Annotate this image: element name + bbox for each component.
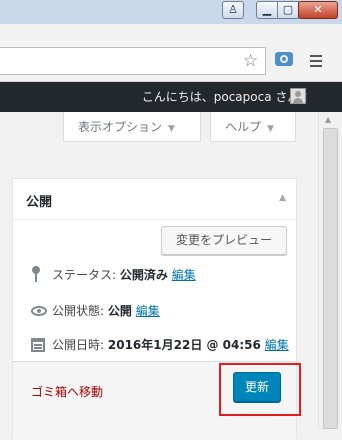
maximize-icon: ▢ bbox=[282, 3, 294, 16]
visibility-row: 公開状態: 公開 編集 bbox=[31, 302, 160, 319]
edit-date-link[interactable]: 編集 bbox=[265, 338, 289, 352]
visibility-value: 公開 bbox=[107, 304, 132, 318]
close-icon: ✕ bbox=[313, 3, 323, 16]
highlight-annotation bbox=[219, 363, 301, 416]
move-to-trash-link[interactable]: ゴミ箱へ移動 bbox=[31, 383, 103, 400]
screen-options-label: 表示オプション bbox=[78, 120, 163, 134]
status-value: 公開済み bbox=[119, 268, 168, 282]
wp-admin-bar: こんにちは、pocapoca さん ! bbox=[0, 82, 342, 112]
publish-date-row: 公開日時: 2016年1月22日 @ 04:56 編集 bbox=[31, 336, 289, 353]
publish-date-value: 2016年1月22日 @ 04:56 bbox=[107, 338, 261, 352]
preview-changes-button[interactable]: 変更をプレビュー bbox=[161, 226, 287, 255]
user-profile-button[interactable]: ♙ bbox=[222, 1, 244, 19]
publish-box-header[interactable]: 公開 ▲ bbox=[13, 179, 296, 220]
chevron-down-icon: ▼ bbox=[168, 124, 175, 134]
window-titlebar: ♙ ▁ ▢ ✕ bbox=[0, 0, 342, 24]
help-label: ヘルプ bbox=[225, 120, 262, 134]
edit-status-link[interactable]: 編集 bbox=[172, 268, 196, 282]
menu-icon[interactable] bbox=[310, 55, 322, 67]
star-icon[interactable]: ☆ bbox=[243, 53, 258, 70]
browser-toolbar: ☆ bbox=[0, 24, 342, 82]
pin-icon bbox=[31, 266, 41, 282]
chevron-down-icon: ▼ bbox=[267, 124, 274, 134]
scrollbar-thumb[interactable] bbox=[323, 128, 338, 429]
minimize-icon: ▁ bbox=[262, 3, 272, 16]
publish-box-title: 公開 bbox=[26, 195, 53, 210]
status-label: ステータス: bbox=[52, 268, 117, 282]
eye-icon bbox=[31, 306, 47, 316]
user-icon: ♙ bbox=[228, 3, 238, 16]
publish-date-label: 公開日時: bbox=[52, 338, 105, 352]
maximize-button[interactable]: ▢ bbox=[277, 1, 299, 19]
minimize-button[interactable]: ▁ bbox=[256, 1, 278, 19]
camera-icon[interactable] bbox=[275, 52, 293, 66]
visibility-label: 公開状態: bbox=[52, 304, 105, 318]
collapse-arrow-icon[interactable]: ▲ bbox=[279, 193, 286, 203]
user-greeting[interactable]: こんにちは、pocapoca さん ! bbox=[142, 90, 308, 104]
scroll-up-icon[interactable]: ▲ bbox=[325, 115, 331, 124]
help-tab[interactable]: ヘルプ ▼ bbox=[210, 112, 296, 142]
close-window-button[interactable]: ✕ bbox=[298, 1, 338, 19]
calendar-icon bbox=[31, 338, 45, 352]
avatar[interactable] bbox=[290, 88, 306, 104]
screen-options-tab[interactable]: 表示オプション ▼ bbox=[63, 112, 201, 142]
status-row: ステータス: 公開済み 編集 bbox=[31, 266, 196, 283]
address-bar[interactable]: ☆ bbox=[0, 47, 266, 75]
edit-visibility-link[interactable]: 編集 bbox=[136, 304, 160, 318]
vertical-scrollbar[interactable]: ▲ bbox=[318, 112, 342, 429]
